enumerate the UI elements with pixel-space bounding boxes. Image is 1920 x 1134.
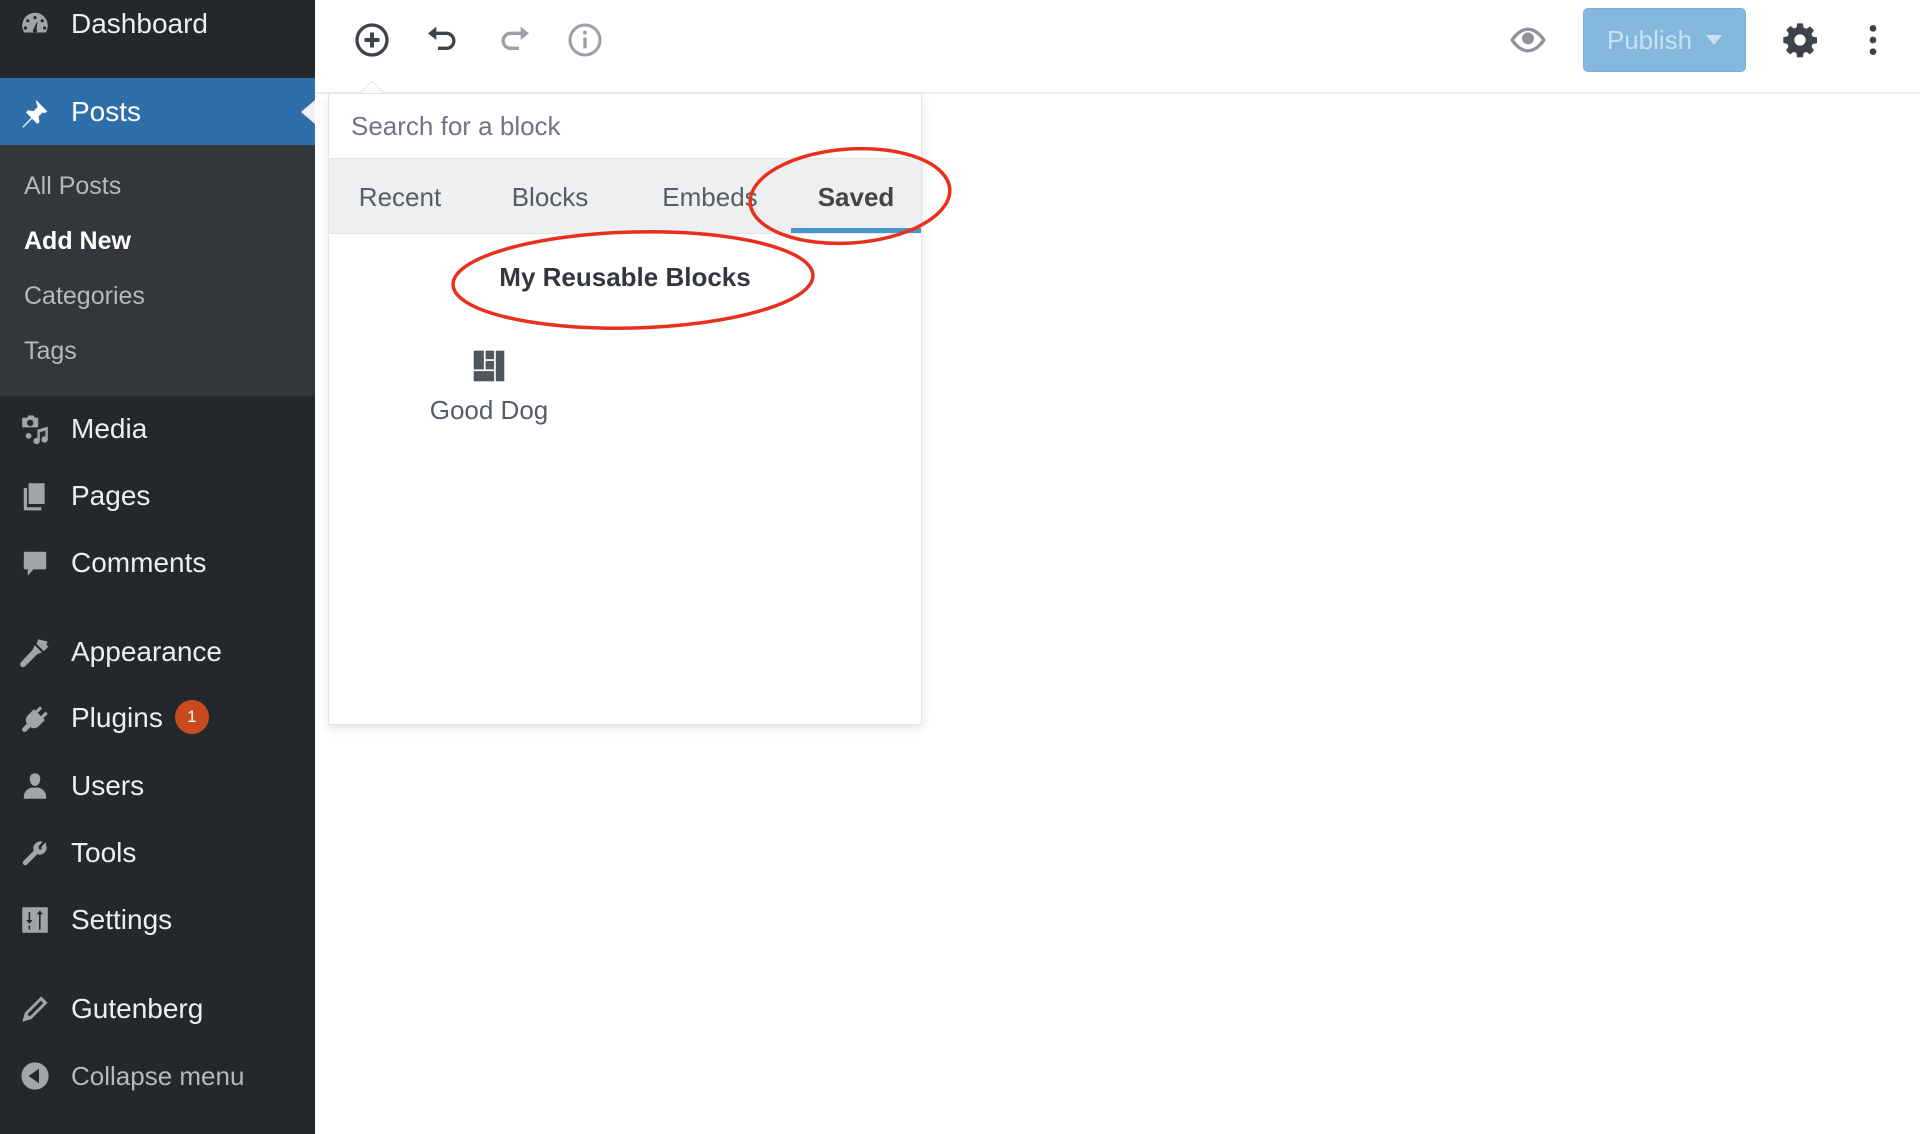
more-options-button[interactable] [1851, 18, 1895, 62]
tab-recent[interactable]: Recent [335, 159, 465, 235]
block-inserter-popover: Recent Blocks Embeds Saved My Reusable B… [328, 93, 922, 725]
submenu-categories[interactable]: Categories [24, 282, 145, 311]
tab-blocks[interactable]: Blocks [485, 159, 615, 235]
reusable-block-icon [473, 350, 505, 382]
sidebar-item-pages[interactable]: Pages [0, 468, 315, 524]
sidebar-item-comments[interactable]: Comments [0, 535, 315, 591]
tab-saved[interactable]: Saved [791, 159, 921, 235]
sidebar-item-plugins[interactable]: Plugins 1 [0, 691, 315, 747]
redo-icon [501, 26, 529, 50]
sidebar-item-label: Media [71, 413, 148, 444]
sidebar-item-label: Pages [71, 480, 151, 511]
panel-title: My Reusable Blocks [499, 262, 751, 292]
sliders-icon [18, 903, 52, 937]
paintbrush-icon [18, 635, 52, 669]
sidebar-item-settings[interactable]: Settings [0, 892, 315, 948]
user-icon [18, 769, 52, 803]
undo-icon [428, 26, 456, 50]
sidebar-item-label: Plugins 1 [71, 700, 209, 737]
content-info-button[interactable] [563, 18, 607, 62]
redo-button[interactable] [492, 18, 536, 62]
collapse-menu-button[interactable]: Collapse menu [0, 1048, 315, 1104]
collapse-arrow-icon [18, 1059, 52, 1093]
sidebar-item-label: Tools [71, 837, 137, 868]
wrench-icon [18, 836, 52, 870]
posts-submenu: All Posts Add New Categories Tags [0, 145, 315, 396]
reusable-block-name: Good Dog [429, 395, 549, 425]
undo-button[interactable] [421, 18, 465, 62]
add-block-button[interactable] [350, 18, 394, 62]
comment-icon [18, 546, 52, 580]
tab-embeds[interactable]: Embeds [635, 159, 785, 235]
settings-button[interactable] [1778, 18, 1822, 62]
submenu-tags[interactable]: Tags [24, 337, 77, 366]
sidebar-item-media[interactable]: Media [0, 401, 315, 457]
sidebar-item-posts[interactable]: Posts [0, 78, 315, 145]
admin-sidebar: Dashboard Posts All Posts Add New Catego… [0, 0, 315, 1134]
info-icon [568, 23, 602, 57]
preview-button[interactable] [1503, 18, 1553, 62]
sidebar-item-gutenberg[interactable]: Gutenberg [0, 981, 315, 1037]
pencil-icon [18, 992, 52, 1026]
inserter-tabs: Recent Blocks Embeds Saved [329, 158, 921, 234]
submenu-add-new[interactable]: Add New [24, 227, 131, 256]
sidebar-item-label: Appearance [71, 636, 223, 667]
reusable-block-item[interactable]: Good Dog [409, 349, 569, 449]
plugin-update-badge: 1 [174, 700, 209, 735]
sidebar-item-users[interactable]: Users [0, 758, 315, 814]
plugins-label: Plugins [71, 701, 163, 733]
collapse-menu-label: Collapse menu [71, 1060, 245, 1091]
dashboard-icon [18, 7, 52, 41]
publish-button[interactable]: Publish [1583, 8, 1746, 72]
submenu-all-posts[interactable]: All Posts [24, 172, 121, 201]
sidebar-item-dashboard[interactable]: Dashboard [0, 0, 315, 52]
sidebar-item-appearance[interactable]: Appearance [0, 624, 315, 680]
sidebar-item-label: Posts [71, 95, 142, 127]
sidebar-item-label: Settings [71, 904, 173, 935]
sidebar-item-label: Users [71, 770, 145, 801]
block-search-input[interactable] [329, 94, 921, 158]
eye-icon [1510, 27, 1546, 53]
sidebar-item-label: Gutenberg [71, 993, 204, 1024]
pages-icon [18, 479, 52, 513]
plus-circle-icon [355, 23, 389, 57]
sidebar-item-label: Comments [71, 547, 207, 578]
dropdown-caret-icon [1706, 35, 1723, 45]
sidebar-item-tools[interactable]: Tools [0, 825, 315, 881]
pin-icon [18, 95, 52, 129]
sidebar-item-label: Dashboard [71, 8, 208, 39]
media-icon [18, 412, 52, 446]
plugin-icon [18, 702, 52, 736]
publish-label: Publish [1606, 24, 1693, 55]
editor-header: Publish [315, 0, 1920, 94]
more-vertical-icon [1869, 25, 1877, 55]
gear-icon [1783, 23, 1817, 58]
